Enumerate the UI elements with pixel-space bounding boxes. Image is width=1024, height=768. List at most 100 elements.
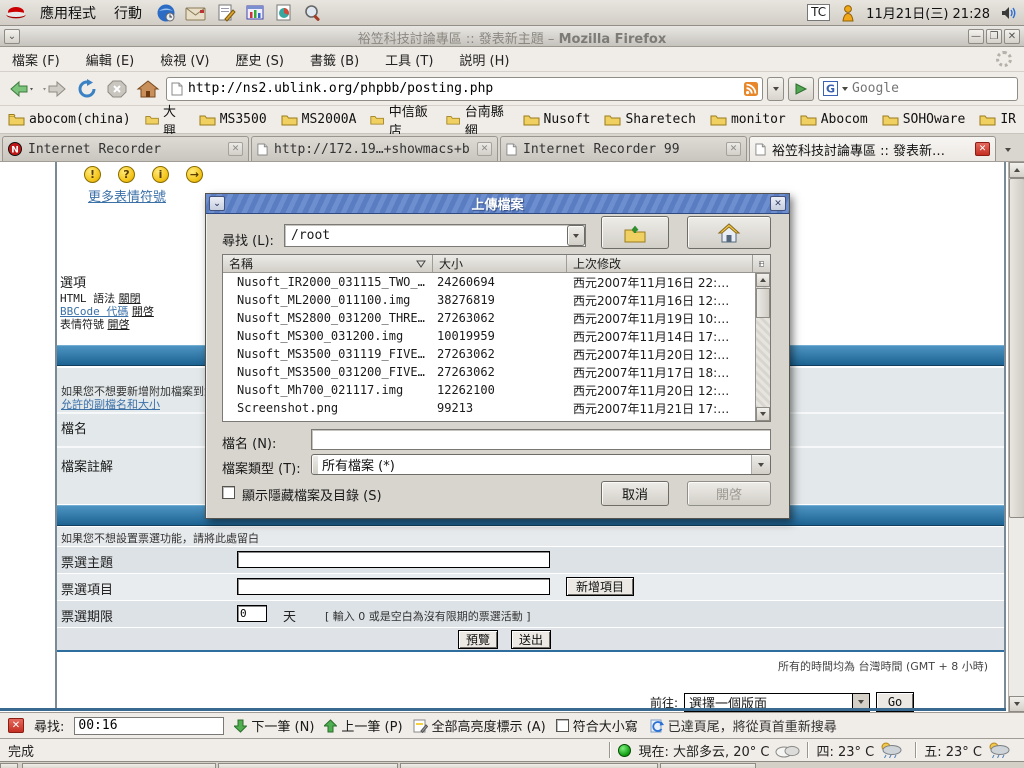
bookmark-item[interactable]: abocom(china): [8, 112, 131, 127]
bookmark-item[interactable]: MS3500: [199, 112, 267, 127]
find-prev-button[interactable]: 上一筆 (P): [324, 716, 402, 735]
list-scrollbar-thumb[interactable]: [756, 288, 770, 318]
bookmark-item[interactable]: 大興: [145, 101, 185, 139]
taskbar-button[interactable]: [22, 763, 216, 768]
location-dropdown-icon[interactable]: [567, 225, 585, 246]
close-button[interactable]: ✕: [1004, 29, 1020, 44]
preview-button[interactable]: 預覽: [458, 630, 498, 649]
go-button[interactable]: [788, 77, 814, 101]
content-scrollbar[interactable]: [1008, 162, 1024, 712]
taskbar-button[interactable]: [218, 763, 398, 768]
volume-icon[interactable]: [1000, 5, 1018, 21]
match-case-option[interactable]: 符合大小寫: [556, 716, 638, 735]
input-method-indicator[interactable]: TC: [807, 4, 830, 21]
smiley-toggle-link[interactable]: 開啓: [108, 318, 130, 331]
poll-topic-input[interactable]: [237, 551, 550, 568]
rss-icon[interactable]: [744, 82, 758, 96]
cancel-button[interactable]: 取消: [601, 481, 669, 506]
show-hidden-checkbox[interactable]: [222, 486, 235, 499]
scroll-down-icon[interactable]: [1009, 696, 1024, 712]
file-row[interactable]: Nusoft_MS300_031200.img10019959西元2007年11…: [223, 327, 755, 345]
url-bar[interactable]: http://ns2.ublink.org/phpbb/posting.php: [166, 77, 763, 101]
new-folder-button[interactable]: [601, 216, 669, 249]
dialog-titlebar[interactable]: ⌄ 上傳檔案 ✕: [206, 194, 789, 214]
forecastfox-status-icon[interactable]: [618, 744, 631, 757]
panel-clock[interactable]: 11月21日(三) 21:28: [866, 3, 990, 22]
filetype-combo[interactable]: 所有檔案 (*): [311, 454, 771, 475]
emoticon-exclaim-icon[interactable]: !: [84, 166, 101, 183]
taskbar-button[interactable]: [400, 763, 658, 768]
window-titlebar[interactable]: 裕笠科技討論專區 :: 發表新主題 – Mozilla Firefox: [0, 26, 1024, 47]
redhat-menu-icon[interactable]: [6, 4, 26, 22]
search-input[interactable]: [852, 81, 1021, 96]
taskbar-button[interactable]: [660, 763, 756, 768]
poll-duration-input[interactable]: [237, 605, 267, 622]
bookmark-item[interactable]: SOHOware: [882, 112, 966, 127]
actions-menu[interactable]: 行動: [110, 1, 146, 25]
menu-help[interactable]: 説明 (H): [459, 50, 509, 69]
weather-thursday[interactable]: 四: 23° C: [816, 741, 874, 760]
poll-add-option-button[interactable]: 新增項目: [566, 577, 634, 596]
location-combo[interactable]: /root: [284, 224, 586, 247]
office-writer-icon[interactable]: [216, 3, 236, 23]
office-impress-icon[interactable]: [245, 3, 265, 23]
file-row[interactable]: Nusoft_ML2000_011100.img38276819西元2007年1…: [223, 291, 755, 309]
applications-menu[interactable]: 應用程式: [36, 1, 100, 25]
tab-close-icon[interactable]: ✕: [975, 142, 990, 156]
file-list-scrollbar[interactable]: [755, 273, 770, 421]
column-modified[interactable]: 上次修改: [567, 255, 753, 272]
stop-button[interactable]: [104, 76, 130, 102]
home-folder-button[interactable]: [687, 216, 771, 249]
engine-dropdown-icon[interactable]: [842, 87, 848, 91]
reload-button[interactable]: [74, 76, 100, 102]
more-emoticons-link[interactable]: 更多表情符號: [88, 186, 166, 205]
find-input[interactable]: [74, 717, 224, 735]
poll-option-input[interactable]: [237, 578, 550, 595]
emoticon-question-icon[interactable]: ?: [118, 166, 135, 183]
show-hidden-label[interactable]: 顯示隱藏檔案及目錄 (S): [242, 485, 382, 504]
file-row[interactable]: Nusoft_Mh700_021117.img12262100西元2007年11…: [223, 381, 755, 399]
bookmark-item[interactable]: monitor: [710, 112, 786, 127]
scrollbar-thumb[interactable]: [1009, 178, 1024, 518]
search-launcher-icon[interactable]: [303, 3, 323, 23]
tab-internet-recorder-99[interactable]: Internet Recorder 99 ✕: [500, 136, 747, 161]
tab-close-icon[interactable]: ✕: [726, 142, 741, 156]
dialog-menu-icon[interactable]: ⌄: [209, 196, 225, 211]
tab-forum-active[interactable]: 裕笠科技討論專區 :: 發表新… ✕: [749, 136, 996, 161]
bookmark-item[interactable]: Nusoft: [523, 112, 591, 127]
bookmark-item[interactable]: IR: [979, 112, 1016, 127]
findbar-close-icon[interactable]: ✕: [8, 718, 24, 733]
browser-launcher-icon[interactable]: [156, 3, 176, 23]
search-bar[interactable]: G: [818, 77, 1018, 101]
tab-close-icon[interactable]: ✕: [477, 142, 492, 156]
bookmark-item[interactable]: 中信飯店: [370, 101, 432, 139]
tab-close-icon[interactable]: ✕: [228, 142, 243, 156]
submit-button[interactable]: 送出: [511, 630, 551, 649]
column-size[interactable]: 大小: [433, 255, 567, 272]
restore-button[interactable]: ❐: [986, 29, 1002, 44]
find-next-button[interactable]: 下一筆 (N): [234, 716, 314, 735]
tab-172-19[interactable]: http://172.19…+showmacs+br0 ✕: [251, 136, 498, 161]
menu-file[interactable]: 檔案 (F): [12, 50, 60, 69]
forward-button[interactable]: [40, 76, 70, 102]
column-name[interactable]: 名稱: [223, 255, 433, 272]
menu-bookmarks[interactable]: 書籤 (B): [310, 50, 359, 69]
back-button[interactable]: [6, 76, 36, 102]
dialog-close-icon[interactable]: ✕: [770, 196, 786, 211]
list-scroll-down-icon[interactable]: [756, 407, 770, 421]
emoticon-arrow-icon[interactable]: →: [186, 166, 203, 183]
user-switch-icon[interactable]: [840, 4, 856, 22]
menu-tools[interactable]: 工具 (T): [385, 50, 433, 69]
url-text[interactable]: http://ns2.ublink.org/phpbb/posting.php: [188, 81, 739, 96]
mail-launcher-icon[interactable]: [185, 4, 207, 22]
minimize-button[interactable]: —: [968, 29, 984, 44]
bookmark-item[interactable]: 台南縣網: [446, 101, 508, 139]
open-button[interactable]: 開啓: [687, 481, 771, 506]
emoticon-idea-icon[interactable]: i: [152, 166, 169, 183]
menu-edit[interactable]: 編輯 (E): [86, 50, 135, 69]
file-row[interactable]: Nusoft_MS3500_031119_FIVE…27263062西元2007…: [223, 345, 755, 363]
match-case-checkbox[interactable]: [556, 719, 569, 732]
tab-internet-recorder[interactable]: N Internet Recorder ✕: [2, 136, 249, 161]
allowed-extensions-link[interactable]: 允許的副檔名和大小: [61, 396, 160, 412]
file-row[interactable]: Nusoft_MS2800_031200_THRE…27263062西元2007…: [223, 309, 755, 327]
